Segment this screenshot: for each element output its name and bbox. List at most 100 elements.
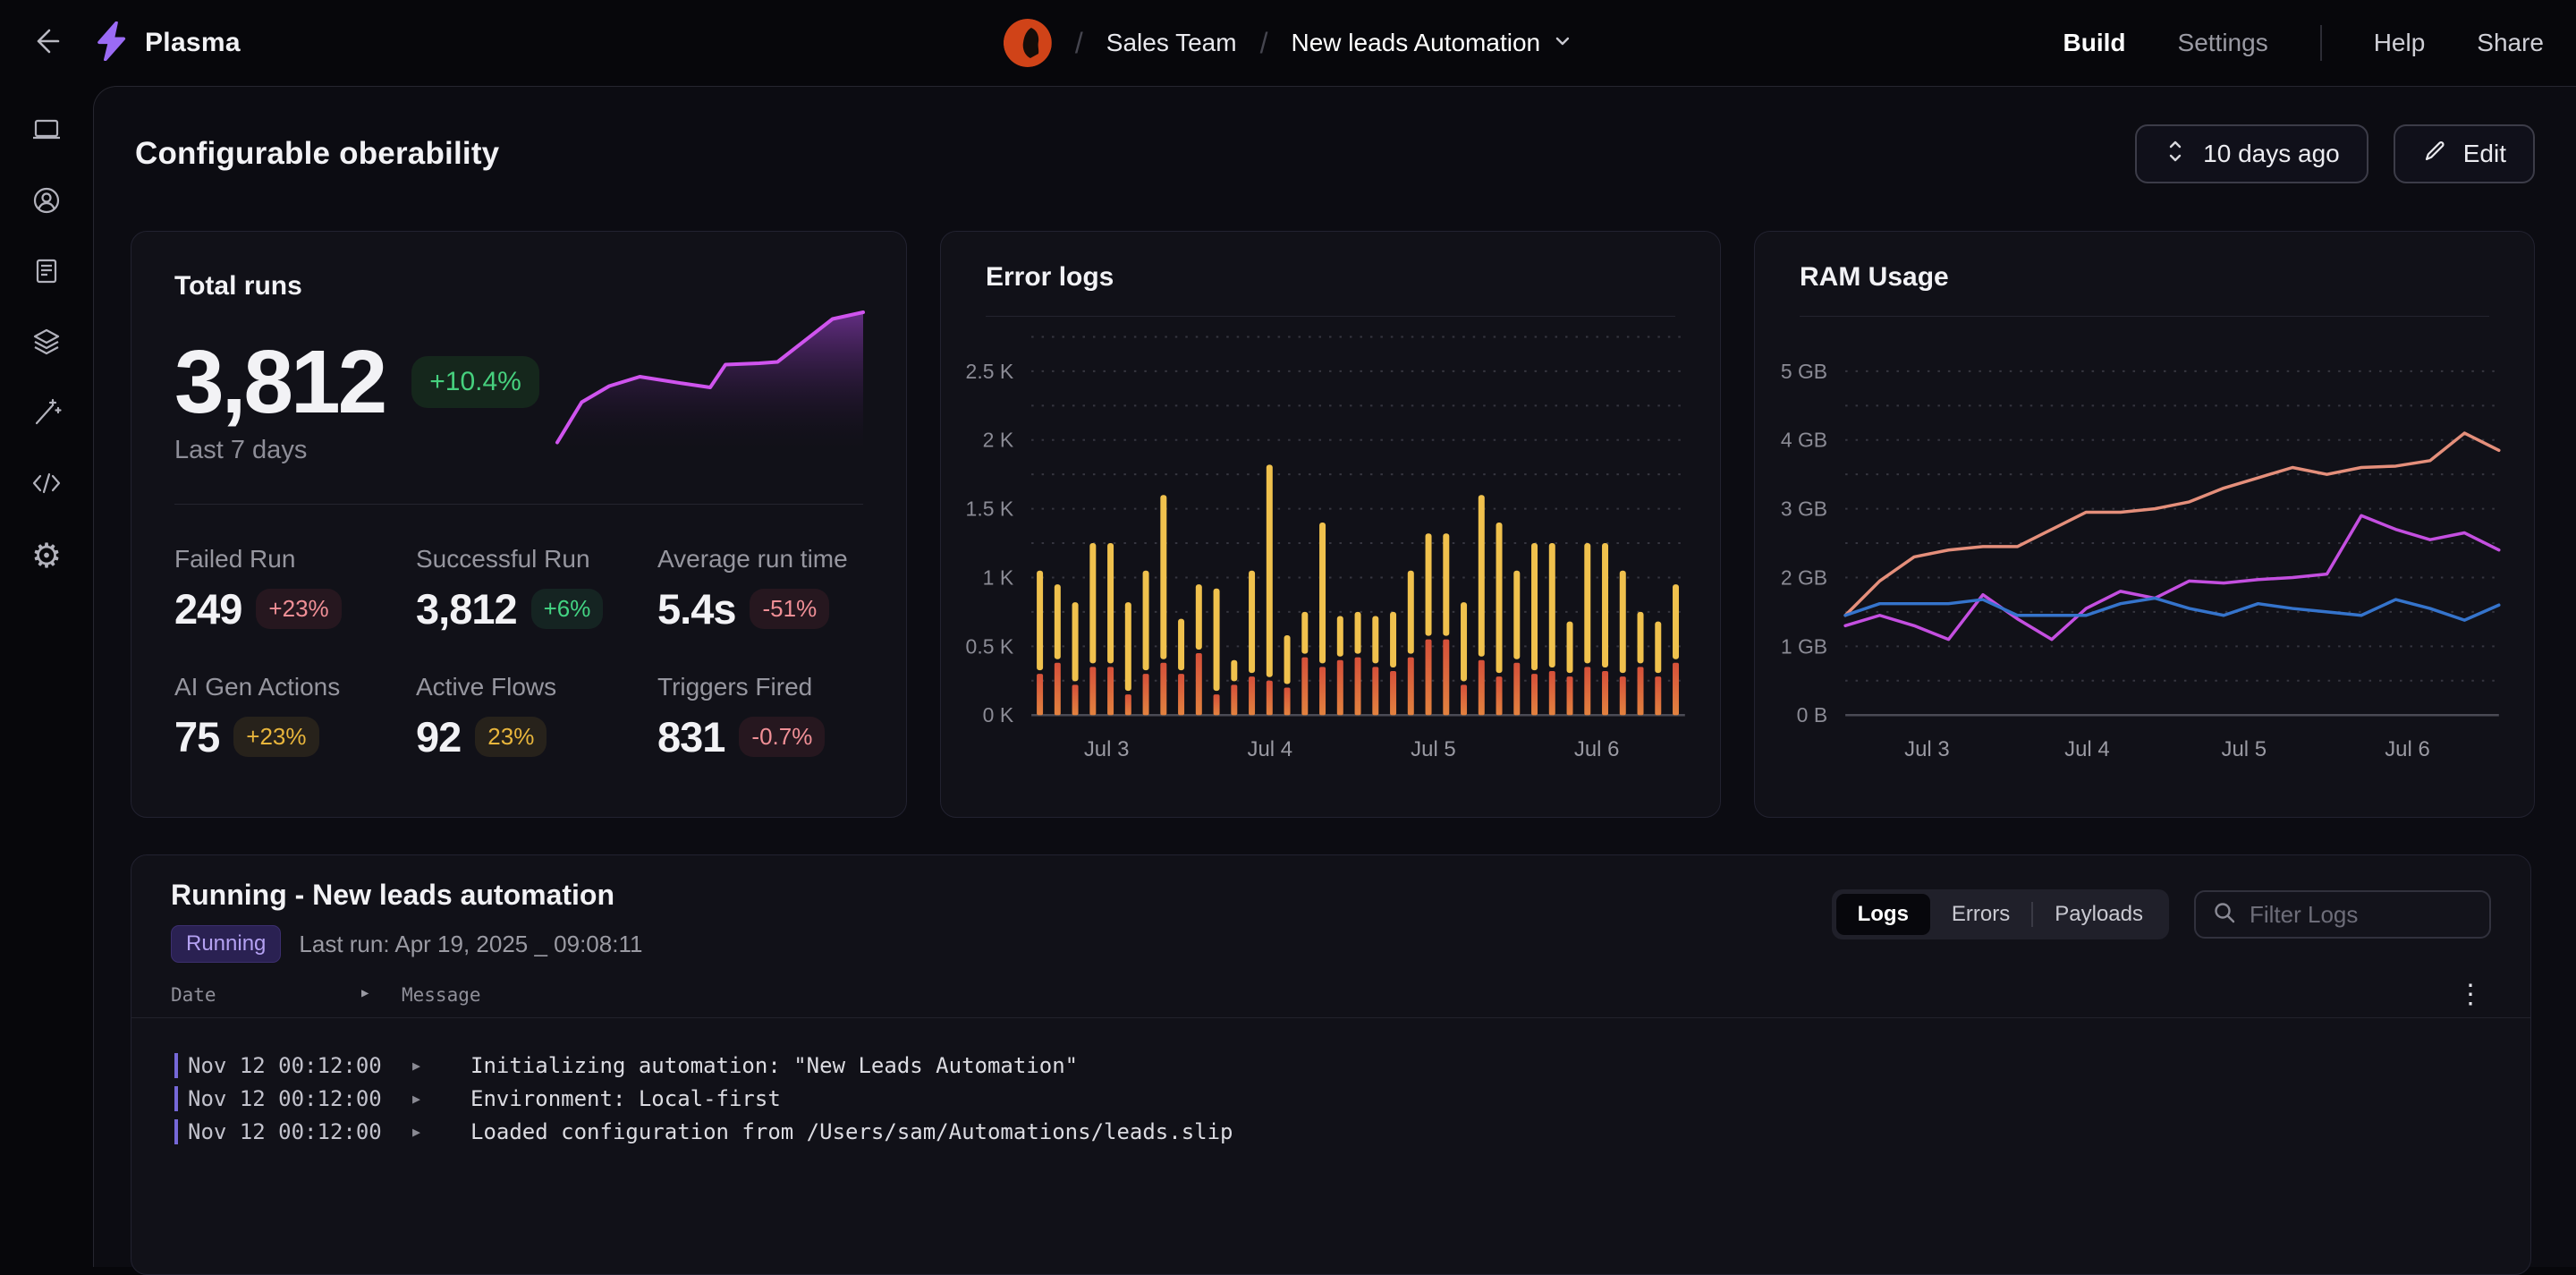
svg-text:Jul 6: Jul 6 [2385,737,2430,761]
nav-divider [2320,25,2322,61]
user-circle-icon [30,184,63,221]
magic-wand-icon [30,396,63,433]
expand-arrow-icon[interactable]: ▶ [412,1124,430,1140]
filter-logs-box [2194,890,2491,939]
ram-usage-card: RAM Usage 0 B1 GB2 GB3 GB4 GB5 GBJul 3Ju… [1754,231,2535,818]
error-logs-card: Error logs 0 K0.5 K1 K1.5 K2 K2.5 KJul 3… [940,231,1721,818]
expand-arrow-icon[interactable]: ▶ [412,1058,430,1074]
breadcrumb: / Sales Team / New leads Automation [1004,0,1572,86]
monitor-icon [30,114,63,150]
sidebar-item-users[interactable] [0,167,93,238]
log-row: Nov 12 00:12:00 ▶ Environment: Local-fir… [131,1082,2530,1115]
stat-delta-badge: +23% [256,589,341,629]
log-row-accent-bar [174,1053,178,1078]
stat-delta-badge: -51% [750,589,829,629]
log-row-accent-bar [174,1119,178,1144]
total-runs-value: 3,812 [174,337,385,427]
search-icon [2212,900,2237,930]
sidebar-item-documents[interactable] [0,238,93,309]
nav-settings[interactable]: Settings [2178,29,2268,57]
svg-text:Jul 5: Jul 5 [2222,737,2267,761]
svg-text:4 GB: 4 GB [1781,429,1827,452]
svg-text:2.5 K: 2.5 K [966,360,1014,383]
kebab-menu-icon[interactable]: ⋮ [2457,979,2484,1010]
stat-delta-badge: +6% [531,589,604,629]
log-message: Initializing automation: "New Leads Auto… [470,1053,1078,1078]
svg-text:1.5 K: 1.5 K [966,497,1014,521]
sidebar-item-layers[interactable] [0,309,93,379]
expand-arrow-icon[interactable]: ▶ [361,986,369,1000]
ram-usage-title: RAM Usage [1800,262,2489,293]
svg-text:0 K: 0 K [983,703,1014,727]
log-date: Nov 12 00:12:00 [188,1086,412,1111]
stat-value: 75 [174,712,219,761]
main-panel: Configurable oberability 10 days ago Edi… [93,86,2576,1267]
last-run-text: Last run: Apr 19, 2025 _ 09:08:11 [299,931,642,958]
avatar[interactable] [1004,19,1052,67]
log-view-tabs: Logs Errors Payloads [1832,889,2169,939]
svg-text:Jul 6: Jul 6 [1574,737,1620,761]
tab-payloads[interactable]: Payloads [2033,894,2165,935]
nav-help[interactable]: Help [2374,29,2426,57]
chevron-down-icon [1553,29,1572,57]
stat-value: 92 [416,712,461,761]
stat-label: Average run time [657,545,870,574]
edit-label: Edit [2463,140,2506,168]
stat-delta-badge: 23% [475,717,547,757]
stat-label: Successful Run [416,545,657,574]
svg-text:0 B: 0 B [1797,703,1827,727]
sidebar-item-magic[interactable] [0,379,93,450]
column-date[interactable]: Date [171,984,216,1006]
total-runs-period: Last 7 days [174,436,307,465]
top-nav: Build Settings Help Share [2012,0,2544,86]
sidebar-item-monitor[interactable] [0,97,93,167]
nav-build[interactable]: Build [2063,29,2126,57]
svg-text:0.5 K: 0.5 K [966,634,1014,658]
tab-logs[interactable]: Logs [1836,894,1930,935]
stat-value: 3,812 [416,584,517,633]
sort-updown-icon [2164,138,2187,171]
stat-successful-run: Successful Run 3,812 +6% [416,545,657,633]
tab-errors[interactable]: Errors [1930,894,2031,935]
stat-average-run-time: Average run time 5.4s -51% [657,545,870,633]
breadcrumb-automation-dropdown[interactable]: New leads Automation [1291,29,1572,57]
svg-text:Jul 5: Jul 5 [1411,737,1456,761]
sidebar-item-settings[interactable]: ⚙ [0,521,93,591]
stat-value: 831 [657,712,724,761]
document-icon [30,255,63,292]
log-row-accent-bar [174,1086,178,1111]
stat-label: Triggers Fired [657,673,870,701]
run-title: Running - New leads automation [171,879,614,912]
date-range-button[interactable]: 10 days ago [2135,124,2368,183]
stat-delta-badge: +23% [233,717,318,757]
svg-text:Jul 3: Jul 3 [1084,737,1130,761]
stats-grid: Failed Run 249+23% Successful Run 3,812+… [174,545,870,761]
expand-arrow-icon[interactable]: ▶ [412,1091,430,1107]
svg-text:Jul 4: Jul 4 [1248,737,1293,761]
stat-triggers-fired: Triggers Fired 831 -0.7% [657,673,870,761]
log-message: Loaded configuration from /Users/sam/Aut… [470,1119,1233,1144]
filter-logs-input[interactable] [2250,901,2473,929]
total-runs-card: Total runs 3,812 +10.4% Last 7 days Fail… [131,231,907,818]
top-bar: Plasma / Sales Team / New leads Automati… [0,0,2576,86]
svg-text:2 GB: 2 GB [1781,565,1827,589]
sidebar: ⚙ [0,86,93,1160]
layers-icon [30,326,63,362]
ram-usage-chart: 0 B1 GB2 GB3 GB4 GB5 GBJul 3Jul 4Jul 5Ju… [1755,317,2534,817]
sidebar-item-code[interactable] [0,450,93,521]
stat-label: AI Gen Actions [174,673,416,701]
breadcrumb-team[interactable]: Sales Team [1106,29,1237,57]
log-table-header: Date ▶ Message ⋮ [131,975,2530,1018]
nav-share[interactable]: Share [2477,29,2544,57]
total-runs-delta-badge: +10.4% [411,356,539,408]
back-button[interactable] [23,21,66,64]
svg-text:1 K: 1 K [983,565,1014,589]
error-logs-title: Error logs [986,262,1675,293]
run-logs-panel: Running - New leads automation Running L… [131,854,2531,1275]
stat-value: 5.4s [657,584,735,633]
edit-button[interactable]: Edit [2394,124,2535,183]
pencil-icon [2422,139,2447,170]
log-message: Environment: Local-first [470,1086,781,1111]
log-date: Nov 12 00:12:00 [188,1053,412,1078]
stat-delta-badge: -0.7% [739,717,825,757]
